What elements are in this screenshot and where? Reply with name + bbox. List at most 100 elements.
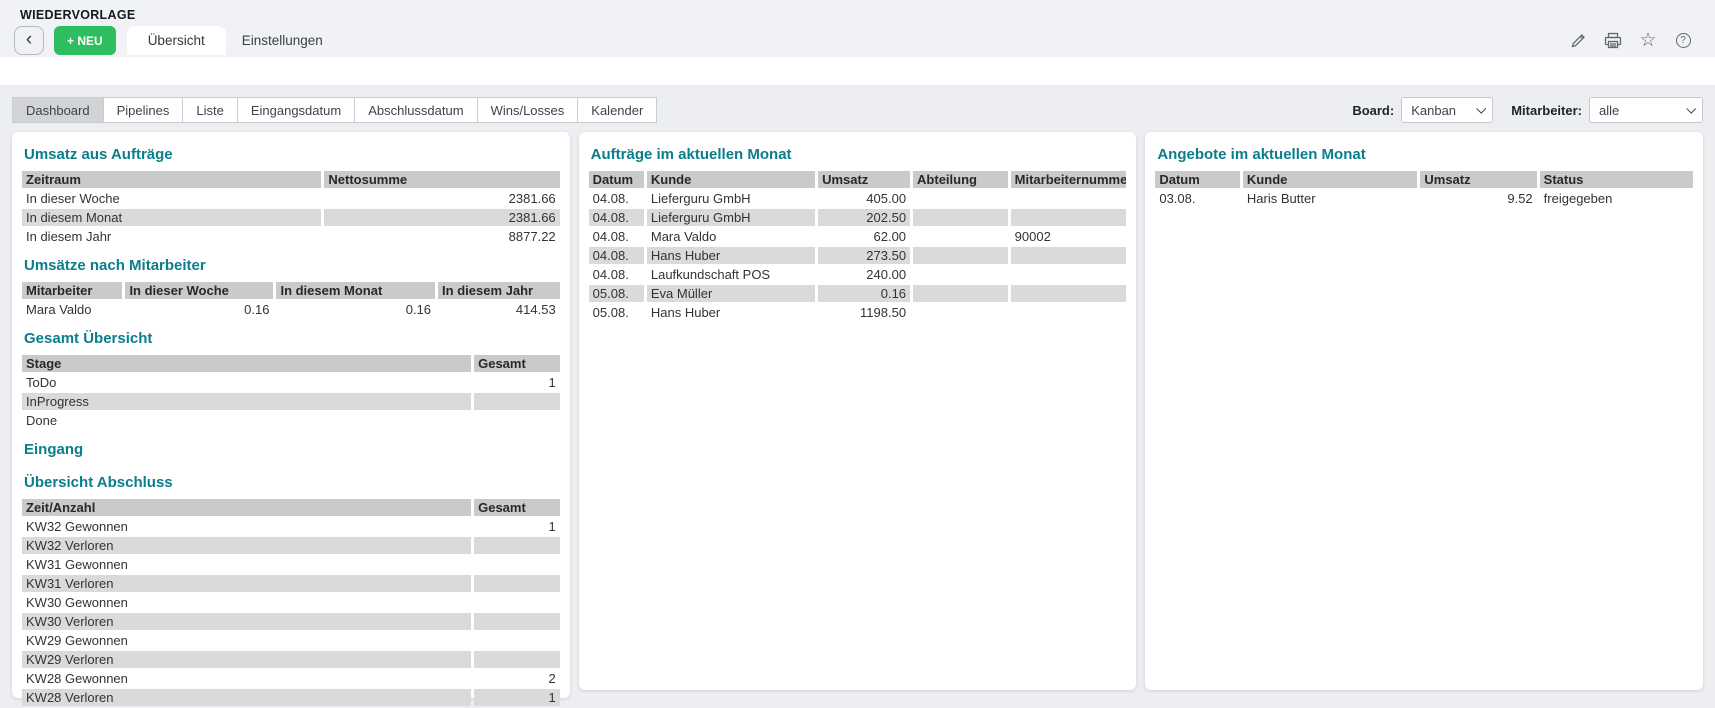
table-cell: 05.08. bbox=[589, 304, 644, 321]
view-tab-kalender[interactable]: Kalender bbox=[578, 97, 657, 123]
app-header: WIEDERVORLAGE ‹ + NEU Übersicht Einstell… bbox=[0, 0, 1715, 57]
table-cell: KW32 Verloren bbox=[22, 537, 471, 554]
column-header: In diesem Monat bbox=[276, 282, 435, 299]
view-tab-dashboard[interactable]: Dashboard bbox=[12, 97, 104, 123]
table-cell bbox=[1011, 209, 1127, 226]
table-cell: Laufkundschaft POS bbox=[647, 266, 815, 283]
board-label: Board: bbox=[1352, 103, 1394, 118]
table-row: 04.08.Lieferguru GmbH405.00 bbox=[589, 190, 1127, 207]
header-divider-band bbox=[0, 57, 1715, 85]
table-cell: In diesem Jahr bbox=[22, 228, 321, 245]
help-icon[interactable]: ? bbox=[1673, 31, 1693, 51]
column-header: Zeitraum bbox=[22, 171, 321, 188]
table-header-row: Zeit/AnzahlGesamt bbox=[22, 499, 560, 516]
header-icon-group: ☆ ? bbox=[1568, 26, 1701, 55]
table-cell: KW31 Verloren bbox=[22, 575, 471, 592]
table-cell: 62.00 bbox=[818, 228, 910, 245]
table-cell bbox=[1011, 304, 1127, 321]
column-header: Kunde bbox=[1243, 171, 1417, 188]
table-cell bbox=[913, 266, 1008, 283]
new-button[interactable]: + NEU bbox=[54, 26, 116, 55]
column-header: Datum bbox=[589, 171, 644, 188]
view-tab-pipelines[interactable]: Pipelines bbox=[104, 97, 184, 123]
table-cell: 2381.66 bbox=[324, 190, 559, 207]
table-cell: 04.08. bbox=[589, 228, 644, 245]
tab-uebersicht[interactable]: Übersicht bbox=[127, 26, 226, 55]
table-cell: KW28 Gewonnen bbox=[22, 670, 471, 687]
column-header: Umsatz bbox=[818, 171, 910, 188]
table-row: 04.08.Laufkundschaft POS240.00 bbox=[589, 266, 1127, 283]
table-row: Done bbox=[22, 412, 560, 429]
table-cell bbox=[913, 209, 1008, 226]
view-tab-wins-losses[interactable]: Wins/Losses bbox=[478, 97, 579, 123]
table-header-row: DatumKundeUmsatzStatus bbox=[1155, 171, 1693, 188]
table-cell: KW29 Verloren bbox=[22, 651, 471, 668]
page-title: WIEDERVORLAGE bbox=[20, 8, 1701, 22]
table-row: 05.08.Hans Huber1198.50 bbox=[589, 304, 1127, 321]
table-cell: 04.08. bbox=[589, 266, 644, 283]
table-cell: 1 bbox=[474, 689, 560, 706]
table-header-row: DatumKundeUmsatzAbteilungMitarbeiternumm… bbox=[589, 171, 1127, 188]
table-cell bbox=[474, 412, 560, 429]
table-row: 04.08.Hans Huber273.50 bbox=[589, 247, 1127, 264]
table-cell bbox=[1011, 190, 1127, 207]
back-button[interactable]: ‹ bbox=[14, 26, 44, 55]
table-cell: 240.00 bbox=[818, 266, 910, 283]
tab-einstellungen[interactable]: Einstellungen bbox=[226, 26, 339, 55]
column-header: Zeit/Anzahl bbox=[22, 499, 471, 516]
table-row: KW31 Gewonnen bbox=[22, 556, 560, 573]
table-row: KW32 Gewonnen1 bbox=[22, 518, 560, 535]
table-cell bbox=[1011, 285, 1127, 302]
table-cell: KW31 Gewonnen bbox=[22, 556, 471, 573]
panel-umsatz: Umsatz aus Aufträge ZeitraumNettosummeIn… bbox=[12, 132, 570, 698]
board-select[interactable]: Kanban bbox=[1401, 97, 1493, 123]
column-header: Nettosumme bbox=[324, 171, 559, 188]
table-cell: 04.08. bbox=[589, 209, 644, 226]
table-cell: KW28 Verloren bbox=[22, 689, 471, 706]
table-cell: Hans Huber bbox=[647, 247, 815, 264]
table-cell: Done bbox=[22, 412, 471, 429]
table-row: KW32 Verloren bbox=[22, 537, 560, 554]
edit-icon[interactable] bbox=[1568, 31, 1588, 51]
table-row: KW28 Gewonnen2 bbox=[22, 670, 560, 687]
panel-angebote-monat: Angebote im aktuellen Monat DatumKundeUm… bbox=[1145, 132, 1703, 690]
mitarbeiter-select[interactable]: alle bbox=[1589, 97, 1703, 123]
section-title-umsaetze-mitarbeiter: Umsätze nach Mitarbeiter bbox=[24, 257, 561, 274]
view-toolbar: Dashboard Pipelines Liste Eingangsdatum … bbox=[0, 97, 1715, 123]
table-uebersicht-abschluss: Zeit/AnzahlGesamt KW32 Gewonnen1 KW32 Verl… bbox=[19, 497, 563, 708]
view-tab-abschlussdatum[interactable]: Abschlussdatum bbox=[355, 97, 477, 123]
table-cell bbox=[474, 575, 560, 592]
table-cell: Lieferguru GmbH bbox=[647, 209, 815, 226]
table-header-row: StageGesamt bbox=[22, 355, 560, 372]
table-cell bbox=[474, 393, 560, 410]
table-cell bbox=[474, 613, 560, 630]
table-cell bbox=[913, 190, 1008, 207]
table-cell: 1 bbox=[474, 518, 560, 535]
section-title-gesamt-uebersicht: Gesamt Übersicht bbox=[24, 330, 561, 347]
table-cell: Eva Müller bbox=[647, 285, 815, 302]
view-tab-eingangsdatum[interactable]: Eingangsdatum bbox=[238, 97, 355, 123]
table-header-row: MitarbeiterIn dieser WocheIn diesem Mona… bbox=[22, 282, 560, 299]
mitarbeiter-label: Mitarbeiter: bbox=[1511, 103, 1582, 118]
table-cell: 414.53 bbox=[438, 301, 560, 318]
table-cell: KW29 Gewonnen bbox=[22, 632, 471, 649]
table-cell: Hans Huber bbox=[647, 304, 815, 321]
table-cell: 273.50 bbox=[818, 247, 910, 264]
main-content: Dashboard Pipelines Liste Eingangsdatum … bbox=[0, 85, 1715, 698]
print-icon[interactable] bbox=[1603, 31, 1623, 51]
table-cell: KW30 Gewonnen bbox=[22, 594, 471, 611]
panel-auftraege-monat: Aufträge im aktuellen Monat DatumKundeUm… bbox=[579, 132, 1137, 690]
table-cell bbox=[474, 537, 560, 554]
table-row: ToDo1 bbox=[22, 374, 560, 391]
table-cell: KW30 Verloren bbox=[22, 613, 471, 630]
table-cell bbox=[474, 556, 560, 573]
column-header: Kunde bbox=[647, 171, 815, 188]
table-row: 04.08.Mara Valdo62.0090002 bbox=[589, 228, 1127, 245]
star-icon[interactable]: ☆ bbox=[1638, 31, 1658, 51]
view-tab-liste[interactable]: Liste bbox=[183, 97, 237, 123]
table-cell: 2381.66 bbox=[324, 209, 559, 226]
table-gesamt-uebersicht: StageGesamtToDo1InProgressDone bbox=[19, 353, 563, 431]
table-row: KW29 Verloren bbox=[22, 651, 560, 668]
table-row: KW31 Verloren bbox=[22, 575, 560, 592]
view-tab-group: Dashboard Pipelines Liste Eingangsdatum … bbox=[12, 97, 657, 123]
